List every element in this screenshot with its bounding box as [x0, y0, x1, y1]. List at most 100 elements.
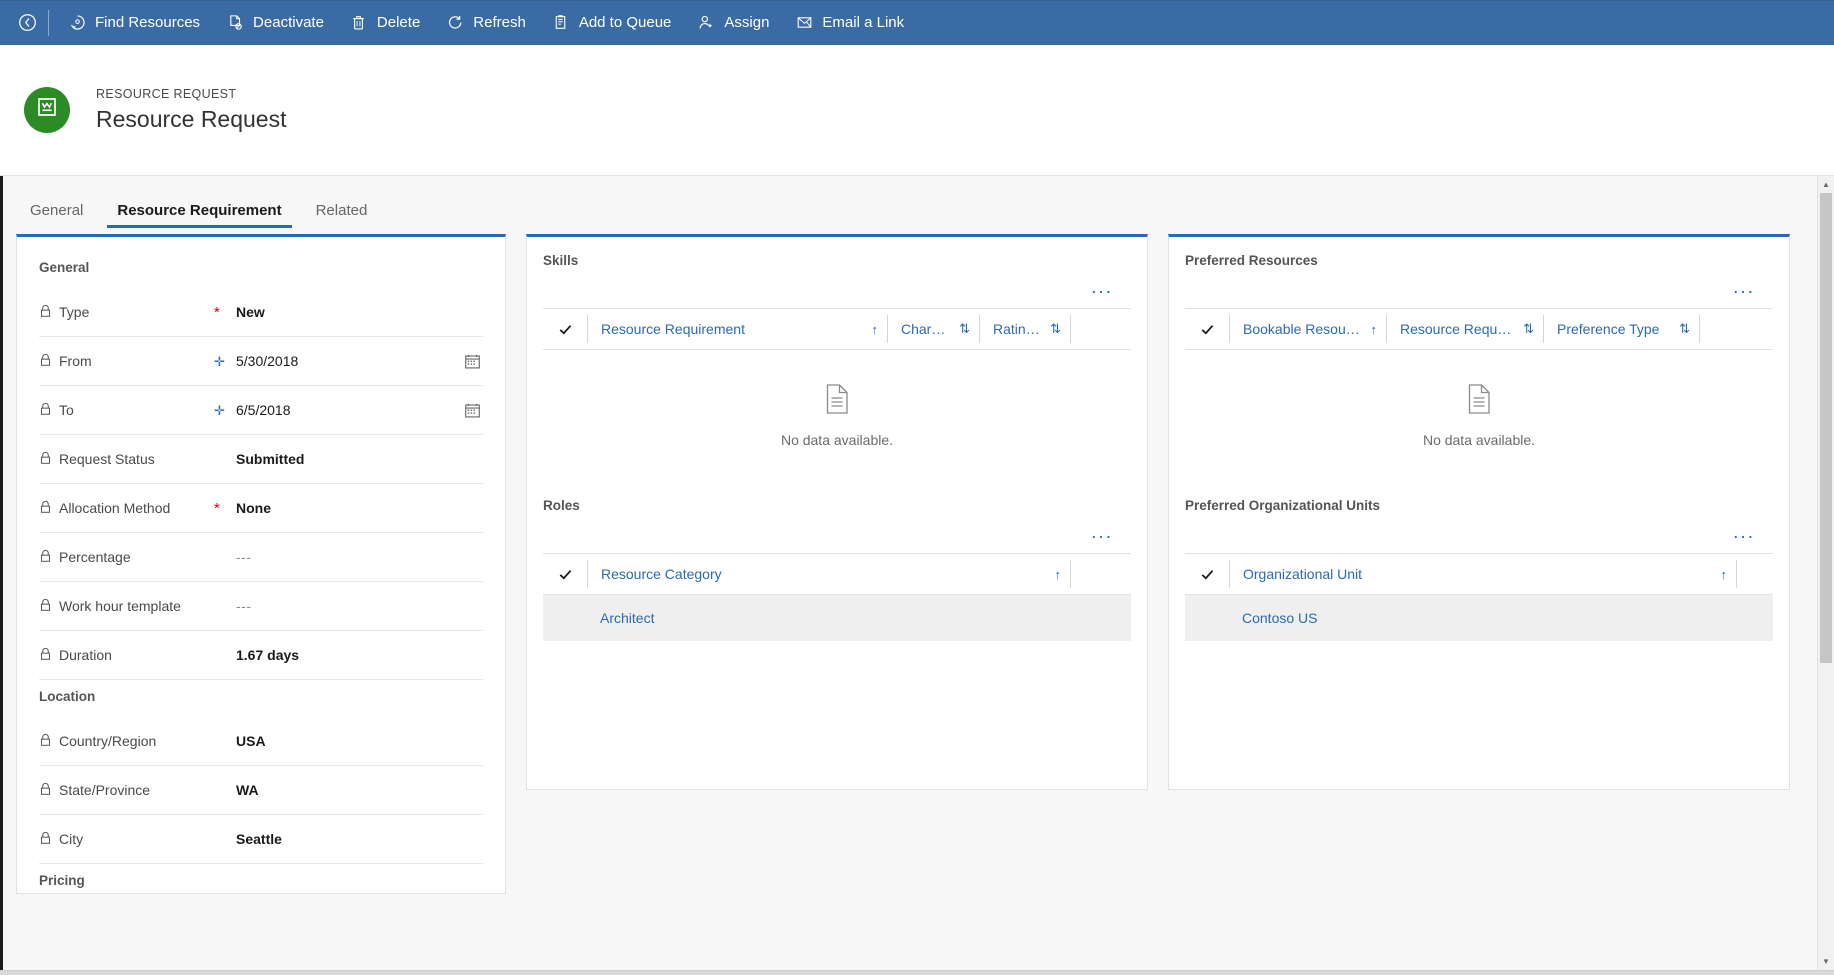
command-find-resources[interactable]: Find Resources [55, 0, 213, 45]
select-all-checkmark-icon[interactable] [543, 322, 587, 337]
field-value-work-hour-template[interactable]: --- [236, 598, 483, 614]
command-label: Deactivate [253, 14, 324, 31]
select-all-checkmark-icon[interactable] [1185, 567, 1229, 582]
command-label: Assign [724, 14, 770, 31]
empty-state-preferred-resources: No data available. [1185, 350, 1773, 482]
command-label: Find Resources [95, 14, 201, 31]
select-all-checkmark-icon[interactable] [543, 567, 587, 582]
field-row-request-status: Request Status Submitted [39, 435, 483, 484]
general-form-card: General Type * New From ✛ 5/30/2018 To ✛… [16, 234, 506, 894]
calendar-icon[interactable] [461, 350, 483, 372]
lock-icon [39, 304, 52, 321]
field-value-to[interactable]: 6/5/2018 [236, 402, 461, 418]
field-value-city[interactable]: Seattle [236, 831, 483, 847]
form-columns: General Type * New From ✛ 5/30/2018 To ✛… [0, 228, 1834, 894]
tab-strip: General Resource Requirement Related [0, 176, 1834, 228]
command-email-a-link[interactable]: Email a Link [782, 0, 917, 45]
command-deactivate[interactable]: Deactivate [213, 0, 337, 45]
command-label: Email a Link [822, 14, 905, 31]
page-title: Resource Request [96, 105, 287, 132]
empty-state-text: No data available. [780, 432, 894, 448]
lock-icon [39, 831, 52, 848]
sort-both-icon: ⇅ [959, 321, 970, 336]
recommended-marker: ✛ [214, 353, 225, 369]
left-rail [0, 176, 3, 970]
lock-icon [39, 402, 52, 419]
field-value-allocation-method[interactable]: None [236, 500, 483, 516]
subgrid-skills: Skills ... Resource Requirement ↑ Charac… [527, 237, 1147, 482]
tab-related[interactable]: Related [306, 202, 378, 228]
subgrid-commandrow-roles: ... [543, 513, 1131, 553]
email-link-icon [795, 14, 813, 32]
column-header-characteristic[interactable]: Charac... ⇅ [887, 315, 979, 343]
column-header-resource-requirement[interactable]: Resource Requirement ↑ [587, 315, 887, 343]
sort-both-icon: ⇅ [1523, 321, 1534, 336]
command-refresh[interactable]: Refresh [433, 0, 539, 45]
sort-asc-icon: ↑ [871, 321, 879, 337]
empty-state-text: No data available. [1422, 432, 1536, 448]
more-commands-button[interactable]: ... [1727, 523, 1761, 542]
back-circle-icon[interactable] [8, 0, 46, 45]
scroll-down-arrow-icon[interactable]: ▼ [1818, 953, 1834, 970]
column-header-bookable-resource[interactable]: Bookable Resource ↑ [1229, 315, 1386, 343]
command-add-to-queue[interactable]: Add to Queue [539, 0, 685, 45]
field-row-from: From ✛ 5/30/2018 [39, 337, 483, 386]
sort-asc-icon: ↑ [1370, 321, 1378, 337]
more-commands-button[interactable]: ... [1085, 278, 1119, 297]
scroll-up-arrow-icon[interactable]: ▲ [1818, 176, 1834, 193]
no-data-document-icon [824, 384, 851, 419]
command-assign[interactable]: Assign [684, 0, 782, 45]
subgrid-title-roles: Roles [543, 498, 580, 513]
field-row-duration: Duration 1.67 days [39, 631, 483, 680]
column-header-preference-type[interactable]: Preference Type ⇅ [1543, 315, 1700, 343]
select-all-checkmark-icon[interactable] [1185, 322, 1229, 337]
required-marker: * [214, 499, 220, 517]
column-header-resource-requirement[interactable]: Resource Require... ⇅ [1386, 315, 1543, 343]
field-value-type[interactable]: New [236, 304, 483, 320]
field-value-country-region[interactable]: USA [236, 733, 483, 749]
field-value-state-province[interactable]: WA [236, 782, 483, 798]
column-header-resource-category[interactable]: Resource Category ↑ [587, 560, 1071, 588]
field-label-request-status: Request Status [39, 451, 214, 468]
column-header-organizational-unit[interactable]: Organizational Unit ↑ [1229, 560, 1737, 588]
field-label-allocation-method: Allocation Method [39, 500, 214, 517]
assign-person-icon [697, 14, 715, 32]
record-header: RESOURCE REQUEST Resource Request [0, 45, 1834, 175]
subgrid-commandrow-preferred-resources: ... [1185, 268, 1773, 308]
tab-general[interactable]: General [20, 202, 93, 228]
field-row-city: City Seattle [39, 815, 483, 864]
more-commands-button[interactable]: ... [1085, 523, 1119, 542]
field-value-duration[interactable]: 1.67 days [236, 647, 483, 663]
field-label-state-province: State/Province [39, 782, 214, 799]
table-row[interactable]: Architect [543, 595, 1131, 641]
field-value-from[interactable]: 5/30/2018 [236, 353, 461, 369]
lock-icon [39, 549, 52, 566]
column-header-rating[interactable]: Rating ... ⇅ [979, 315, 1071, 343]
trash-icon [350, 14, 368, 32]
form-body: General Resource Requirement Related Gen… [0, 175, 1834, 970]
cell-resource-category[interactable]: Architect [543, 610, 654, 626]
tab-resource-requirement[interactable]: Resource Requirement [107, 202, 292, 228]
preferred-card: Preferred Resources ... Bookable Resourc… [1168, 234, 1790, 790]
cell-organizational-unit[interactable]: Contoso US [1185, 610, 1317, 626]
lock-icon [39, 451, 52, 468]
lock-icon [39, 782, 52, 799]
scrollbar-thumb[interactable] [1820, 193, 1832, 663]
resource-request-icon [35, 95, 59, 124]
more-commands-button[interactable]: ... [1727, 278, 1761, 297]
field-value-percentage[interactable]: --- [236, 549, 483, 565]
field-label-type: Type [39, 304, 214, 321]
calendar-icon[interactable] [461, 399, 483, 421]
field-value-request-status[interactable]: Submitted [236, 451, 483, 467]
subgrid-preferred-org-units: Preferred Organizational Units ... Organ… [1169, 482, 1789, 641]
table-row[interactable]: Contoso US [1185, 595, 1773, 641]
command-delete[interactable]: Delete [337, 0, 433, 45]
vertical-scrollbar[interactable]: ▲ ▼ [1817, 176, 1834, 970]
field-label-from: From [39, 353, 214, 370]
command-label: Delete [376, 14, 421, 31]
command-bar-divider [48, 9, 49, 36]
field-label-to: To [39, 402, 214, 419]
entity-label: RESOURCE REQUEST [96, 86, 237, 101]
avatar [24, 86, 70, 133]
section-header-general: General [39, 260, 90, 275]
